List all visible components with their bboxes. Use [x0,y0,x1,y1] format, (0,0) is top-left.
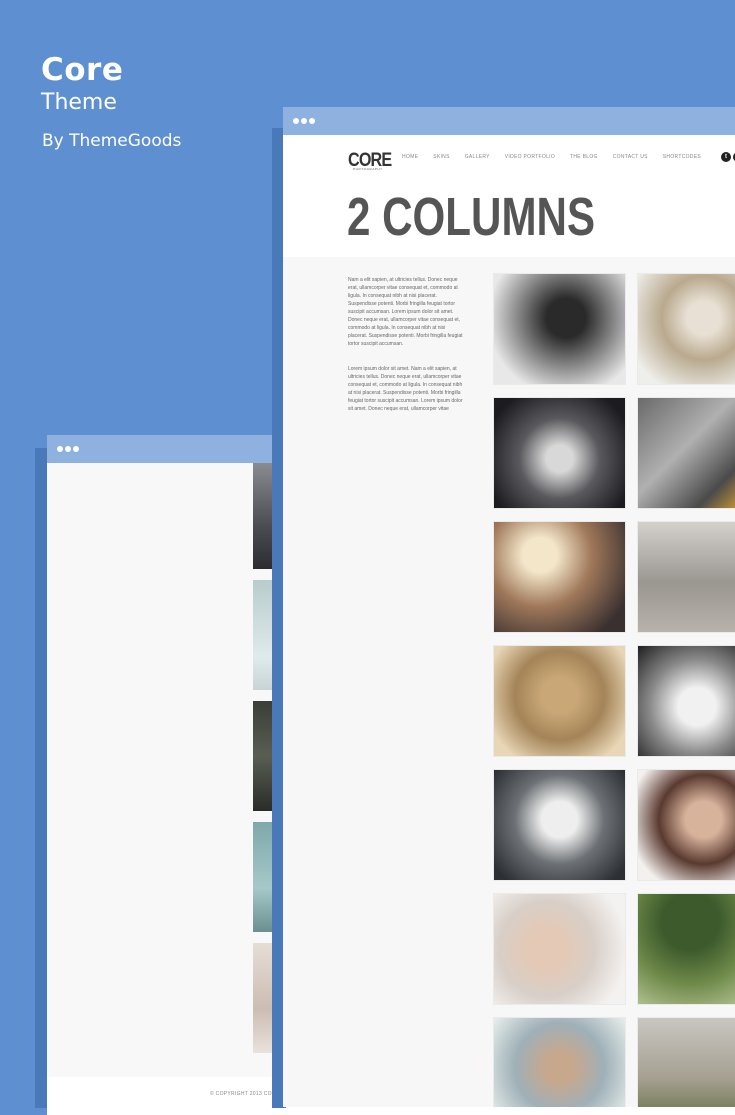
nav-item-shortcodes[interactable]: SHORTCODES [663,154,701,160]
front-browser-window: CORE PHOTOGRAPHY HOME SKINS GALLERY VIDE… [283,107,735,1107]
window-controls-icon[interactable] [293,118,315,124]
gallery-image[interactable] [493,1017,626,1107]
gallery-image[interactable] [493,769,626,881]
page-title: 2 COLUMNS [347,187,596,247]
intro-paragraph: Nam a elit sapien, at ultricies tellus. … [348,277,463,347]
twitter-icon[interactable]: t [721,152,731,162]
gallery-image[interactable] [493,273,626,385]
site-logo-subtitle: PHOTOGRAPHY [353,167,383,171]
brand-title: Core [41,52,124,88]
gallery-image[interactable] [637,893,735,1005]
gallery-image[interactable] [493,397,626,509]
nav-item-skins[interactable]: SKINS [433,154,450,160]
gallery-image[interactable] [493,893,626,1005]
brand-block: Core Theme By ThemeGoods [41,52,181,152]
secondary-paragraph: Lorem ipsum dolor sit amet. Nam a elit s… [348,366,463,412]
gallery-image[interactable] [637,769,735,881]
gallery-image[interactable] [637,397,735,509]
gallery-image[interactable] [637,521,735,633]
nav-item-video-portfolio[interactable]: VIDEO PORTFOLIO [505,154,555,160]
brand-byline: By ThemeGoods [42,131,182,151]
gallery-image[interactable] [493,521,626,633]
nav-item-home[interactable]: HOME [402,154,418,160]
main-nav: HOME SKINS GALLERY VIDEO PORTFOLIO THE B… [402,154,716,160]
site-header: CORE PHOTOGRAPHY HOME SKINS GALLERY VIDE… [283,135,735,179]
nav-item-the-blog[interactable]: THE BLOG [570,154,598,160]
nav-item-gallery[interactable]: GALLERY [465,154,490,160]
window-controls-icon[interactable] [57,446,79,452]
gallery-image[interactable] [637,1017,735,1107]
front-window-titlebar [283,107,735,135]
front-window-content: CORE PHOTOGRAPHY HOME SKINS GALLERY VIDE… [283,135,735,1107]
copyright-text: © COPYRIGHT 2013 CORE [210,1091,280,1097]
gallery-image[interactable] [493,645,626,757]
gallery-image[interactable] [637,645,735,757]
gallery-image[interactable] [637,273,735,385]
brand-subtitle: Theme [41,90,117,115]
nav-item-contact-us[interactable]: CONTACT US [613,154,648,160]
